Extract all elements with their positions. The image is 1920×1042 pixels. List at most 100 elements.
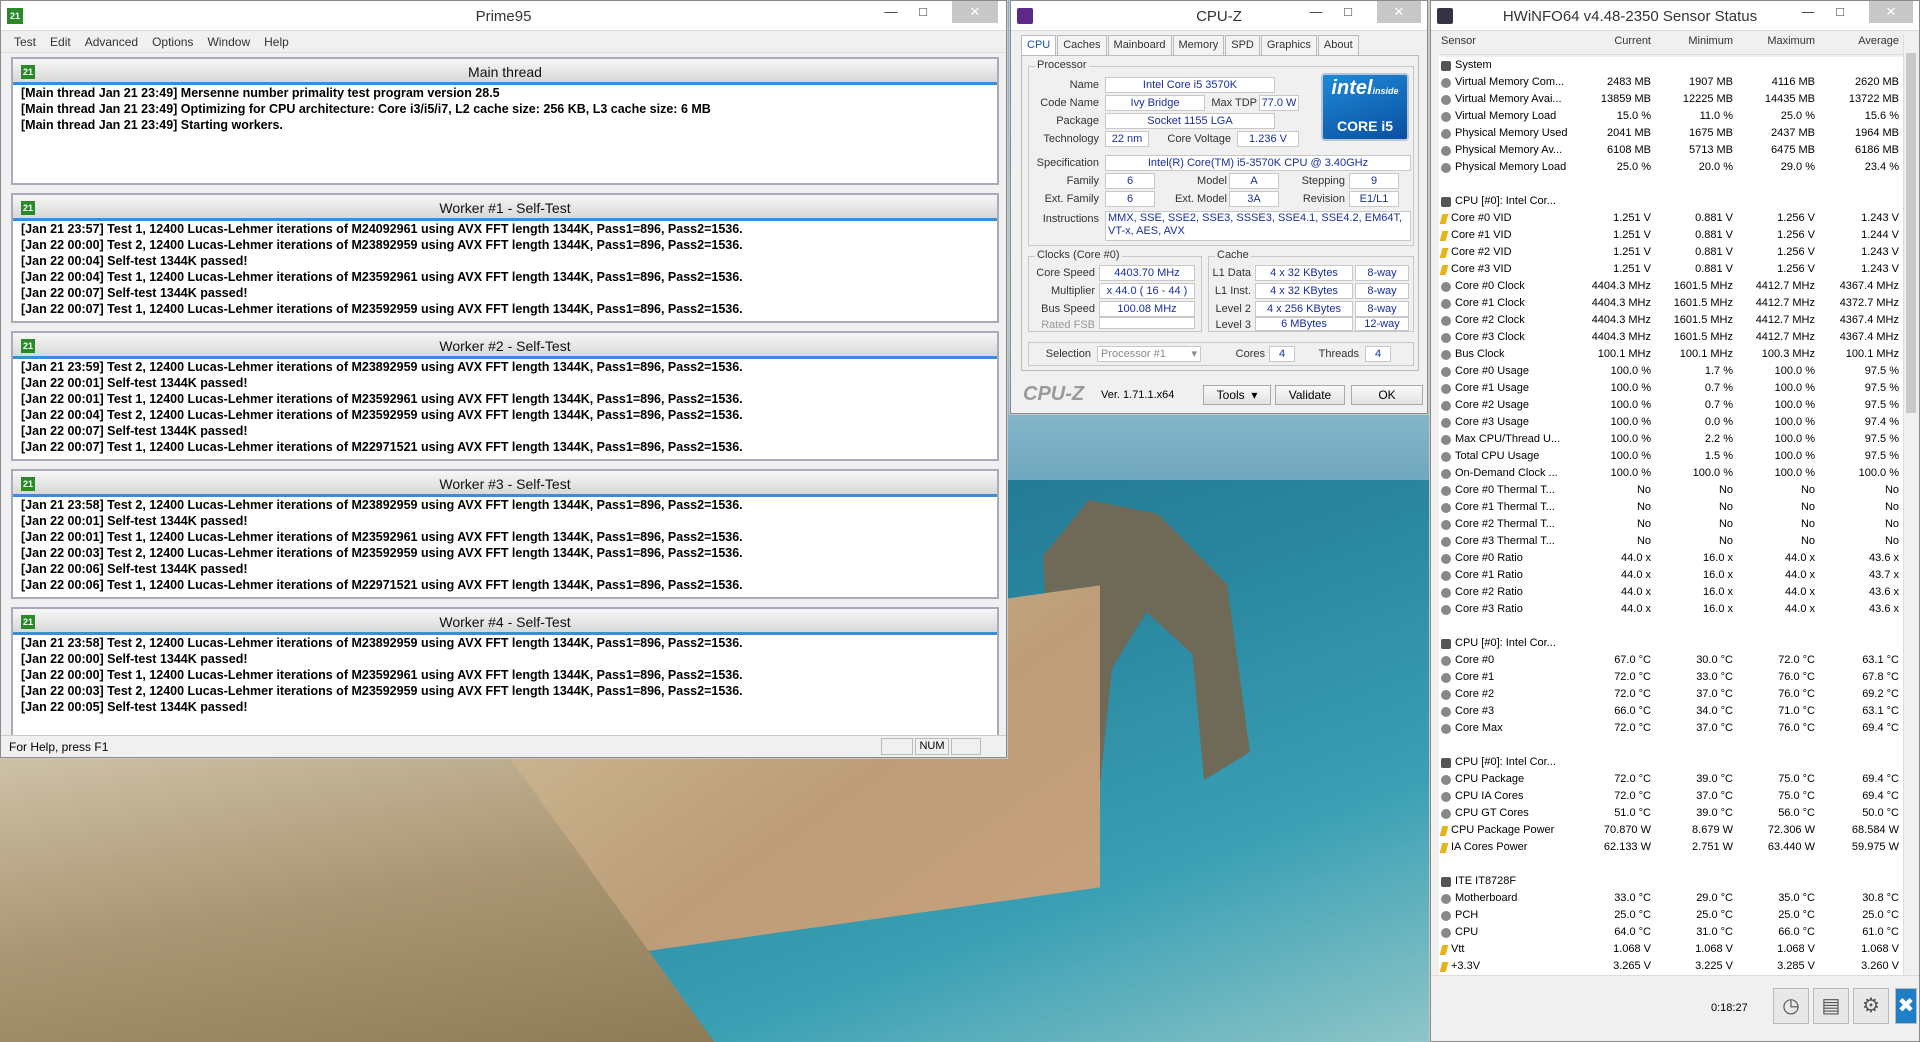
sensor-row[interactable]: Core #3 Thermal T... No No No No	[1439, 533, 1903, 550]
sensor-row[interactable]: Core #3 Clock 4404.3 MHz 1601.5 MHz 4412.7 …	[1439, 329, 1903, 346]
tab-graphics[interactable]: Graphics	[1260, 35, 1317, 55]
intel-core-i5-logo: intelinside CORE i5	[1321, 73, 1409, 141]
sensor-row[interactable]: Core #3 Ratio 44.0 x 16.0 x 44.0 x 43.6 x	[1439, 601, 1903, 618]
sensor-row[interactable]: Core #0 Ratio 44.0 x 16.0 x 44.0 x 43.6 x	[1439, 550, 1903, 567]
sensor-row[interactable]: Core Max 72.0 °C 37.0 °C 76.0 °C 69.4 °C	[1439, 720, 1903, 737]
minimize-button[interactable]: —	[1301, 1, 1331, 23]
sensor-row[interactable]: Core #2 Ratio 44.0 x 16.0 x 44.0 x 43.6 x	[1439, 584, 1903, 601]
sensor-table: System Virtual Memory Com... 2483 MB 1907 M…	[1439, 57, 1903, 975]
tab-mainboard[interactable]: Mainboard	[1107, 35, 1172, 55]
sensor-row[interactable]: Core #2 VID 1.251 V 0.881 V 1.256 V 1.243 V	[1439, 244, 1903, 261]
selection-group: Selection Processor #1 ▾ Cores 4 Threads …	[1028, 342, 1414, 366]
sensor-row[interactable]: Max CPU/Thread U... 100.0 % 2.2 % 100.0 % 97…	[1439, 431, 1903, 448]
menu-item-edit[interactable]: Edit	[43, 31, 78, 52]
settings-icon[interactable]: ⚙	[1853, 988, 1889, 1024]
sensor-group-row[interactable]: CPU [#0]: Intel Cor...	[1439, 635, 1903, 652]
sensor-row[interactable]: Core #0 Clock 4404.3 MHz 1601.5 MHz 4412.7 …	[1439, 278, 1903, 295]
sensor-row[interactable]: Core #2 Usage 100.0 % 0.7 % 100.0 % 97.5 %	[1439, 397, 1903, 414]
tab-spd[interactable]: SPD	[1225, 35, 1260, 55]
sensor-row[interactable]: Core #1 VID 1.251 V 0.881 V 1.256 V 1.244 V	[1439, 227, 1903, 244]
sensor-row[interactable]: Core #1 Ratio 44.0 x 16.0 x 44.0 x 43.7 x	[1439, 567, 1903, 584]
maximize-button[interactable]: □	[1825, 1, 1855, 23]
sensor-scrollbar[interactable]	[1903, 35, 1917, 975]
sensor-row[interactable]: Core #0 67.0 °C 30.0 °C 72.0 °C 63.1 °C	[1439, 652, 1903, 669]
sensor-group-row[interactable]: ITE IT8728F	[1439, 873, 1903, 890]
tools-button[interactable]: Tools ▾	[1203, 385, 1271, 405]
menu-item-options[interactable]: Options	[145, 31, 200, 52]
sensor-row[interactable]: Physical Memory Used 2041 MB 1675 MB 2437 M…	[1439, 125, 1903, 142]
sensor-group-row[interactable]: CPU [#0]: Intel Cor...	[1439, 193, 1903, 210]
ok-button[interactable]: OK	[1351, 385, 1423, 405]
sensor-row[interactable]: Physical Memory Av... 6108 MB 5713 MB 6475 …	[1439, 142, 1903, 159]
sensor-row[interactable]: Core #0 Thermal T... No No No No	[1439, 482, 1903, 499]
model-value: A	[1229, 173, 1279, 189]
sensor-row[interactable]: Motherboard 33.0 °C 29.0 °C 35.0 °C 30.8 °C	[1439, 890, 1903, 907]
sensor-row[interactable]: Core #0 Usage 100.0 % 1.7 % 100.0 % 97.5 %	[1439, 363, 1903, 380]
close-icon[interactable]: ✖	[1895, 988, 1917, 1024]
prime95-titlebar[interactable]: 21 Prime95 — □ ✕	[1, 1, 1006, 31]
sensor-row[interactable]: PCH 25.0 °C 25.0 °C 25.0 °C 25.0 °C	[1439, 907, 1903, 924]
sensor-row[interactable]: CPU GT Cores 51.0 °C 39.0 °C 56.0 °C 50.0 °C	[1439, 805, 1903, 822]
column-header-maximum[interactable]: Maximum	[1737, 35, 1819, 54]
menu-item-help[interactable]: Help	[257, 31, 296, 52]
sensor-row[interactable]: Core #0 VID 1.251 V 0.881 V 1.256 V 1.243 V	[1439, 210, 1903, 227]
sensor-name: Core #0 Ratio	[1439, 550, 1573, 567]
minimize-button[interactable]: —	[876, 1, 906, 23]
menu-item-window[interactable]: Window	[200, 31, 257, 52]
tab-about[interactable]: About	[1317, 35, 1359, 55]
hwinfo-app-icon	[1437, 8, 1453, 24]
clock-icon[interactable]: ◷	[1773, 988, 1809, 1024]
validate-button[interactable]: Validate	[1275, 385, 1345, 405]
sensor-row[interactable]: On-Demand Clock ... 100.0 % 100.0 % 100.0 %…	[1439, 465, 1903, 482]
sensor-row[interactable]: CPU 64.0 °C 31.0 °C 66.0 °C 61.0 °C	[1439, 924, 1903, 941]
menu-item-advanced[interactable]: Advanced	[78, 31, 145, 52]
sensor-row[interactable]: Core #2 Clock 4404.3 MHz 1601.5 MHz 4412.7 …	[1439, 312, 1903, 329]
sensor-row[interactable]: Core #1 Thermal T... No No No No	[1439, 499, 1903, 516]
close-button[interactable]: ✕	[1869, 1, 1913, 23]
average-value: 97.5 %	[1864, 433, 1899, 445]
sensor-row[interactable]: Bus Clock 100.1 MHz 100.1 MHz 100.3 MHz 100.…	[1439, 346, 1903, 363]
sensor-row[interactable]: Core #3 Usage 100.0 % 0.0 % 100.0 % 97.4 %	[1439, 414, 1903, 431]
sensor-row[interactable]: Total CPU Usage 100.0 % 1.5 % 100.0 % 97.5 %	[1439, 448, 1903, 465]
sensor-row[interactable]: CPU Package 72.0 °C 39.0 °C 75.0 °C 69.4 °C	[1439, 771, 1903, 788]
sensor-row[interactable]: Core #1 Clock 4404.3 MHz 1601.5 MHz 4412.7 …	[1439, 295, 1903, 312]
sensor-row[interactable]: Virtual Memory Avai... 13859 MB 12225 MB 14…	[1439, 91, 1903, 108]
sensor-row[interactable]: IA Cores Power 62.133 W 2.751 W 63.440 W 59.…	[1439, 839, 1903, 856]
column-header-average[interactable]: Average	[1819, 35, 1903, 54]
close-button[interactable]: ✕	[952, 1, 998, 23]
cpuz-titlebar[interactable]: CPU-Z — □ ✕	[1011, 1, 1427, 31]
sensor-row[interactable]: CPU Package Power 70.870 W 8.679 W 72.306 W…	[1439, 822, 1903, 839]
column-header-minimum[interactable]: Minimum	[1655, 35, 1737, 54]
selection-label: Selection	[1045, 348, 1091, 360]
sensor-row[interactable]: Core #3 VID 1.251 V 0.881 V 1.256 V 1.243 V	[1439, 261, 1903, 278]
sensor-group-row[interactable]: System	[1439, 57, 1903, 74]
lightning-icon	[1439, 961, 1449, 972]
processor-select[interactable]: Processor #1 ▾	[1097, 346, 1201, 362]
sensor-row[interactable]: Vtt 1.068 V 1.068 V 1.068 V 1.068 V	[1439, 941, 1903, 958]
column-header-sensor[interactable]: Sensor	[1439, 35, 1573, 54]
report-icon[interactable]: ▤	[1813, 988, 1849, 1024]
tab-cpu[interactable]: CPU	[1021, 35, 1057, 55]
menu-item-test[interactable]: Test	[7, 31, 43, 52]
sensor-row[interactable]: Physical Memory Load 25.0 % 20.0 % 29.0 % 23…	[1439, 159, 1903, 176]
sensor-row[interactable]: Core #1 Usage 100.0 % 0.7 % 100.0 % 97.5 %	[1439, 380, 1903, 397]
maximize-button[interactable]: □	[1333, 1, 1363, 23]
sensor-group-row[interactable]: CPU [#0]: Intel Cor...	[1439, 754, 1903, 771]
minimize-button[interactable]: —	[1793, 1, 1823, 23]
close-button[interactable]: ✕	[1377, 1, 1421, 23]
maximize-button[interactable]: □	[908, 1, 938, 23]
tab-memory[interactable]: Memory	[1172, 35, 1225, 55]
sensor-row[interactable]: Core #2 Thermal T... No No No No	[1439, 516, 1903, 533]
sensor-row[interactable]: Virtual Memory Com... 2483 MB 1907 MB 4116 …	[1439, 74, 1903, 91]
sensor-row[interactable]: Virtual Memory Load 15.0 % 11.0 % 25.0 % 15.…	[1439, 108, 1903, 125]
sensor-row[interactable]: +3.3V 3.265 V 3.225 V 3.285 V 3.260 V	[1439, 958, 1903, 975]
sensor-row[interactable]: Core #3 66.0 °C 34.0 °C 71.0 °C 63.1 °C	[1439, 703, 1903, 720]
sensor-row[interactable]: Core #2 72.0 °C 37.0 °C 76.0 °C 69.2 °C	[1439, 686, 1903, 703]
sensor-row[interactable]: CPU IA Cores 72.0 °C 37.0 °C 75.0 °C 69.4 °C	[1439, 788, 1903, 805]
column-header-current[interactable]: Current	[1573, 35, 1655, 54]
tab-caches[interactable]: Caches	[1057, 35, 1107, 55]
scrollbar-thumb[interactable]	[1906, 53, 1916, 413]
log-line: [Jan 21 23:57] Test 1, 12400 Lucas-Lehme…	[21, 222, 743, 236]
sensor-row[interactable]: Core #1 72.0 °C 33.0 °C 76.0 °C 67.8 °C	[1439, 669, 1903, 686]
hwinfo-titlebar[interactable]: HWiNFO64 v4.48-2350 Sensor Status — □ ✕	[1431, 1, 1919, 31]
